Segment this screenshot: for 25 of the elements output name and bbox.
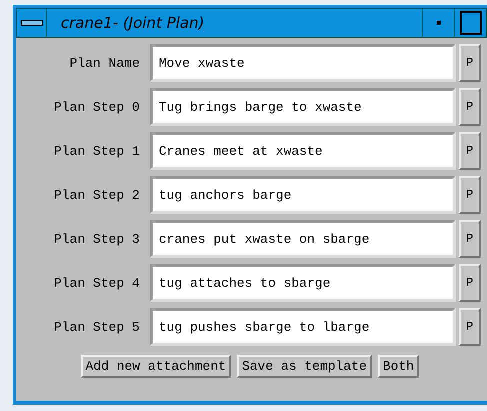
field-label: Plan Step 2: [53, 188, 140, 202]
input-field[interactable]: tug pushes sbarge to lbarge: [150, 308, 456, 346]
action-button[interactable]: Both: [378, 355, 420, 378]
p-button[interactable]: P: [459, 264, 481, 302]
field-label: Plan Step 0: [53, 100, 140, 114]
p-button[interactable]: P: [459, 220, 481, 258]
field-label: Plan Step 1: [53, 144, 140, 158]
field-label: Plan Name: [68, 56, 140, 70]
p-button[interactable]: P: [459, 308, 481, 346]
input-field[interactable]: Tug brings barge to xwaste: [150, 88, 456, 126]
input-field[interactable]: Move xwaste: [150, 44, 456, 82]
p-button[interactable]: P: [459, 132, 481, 170]
p-button[interactable]: P: [459, 176, 481, 214]
input-field[interactable]: tug anchors barge: [150, 176, 456, 214]
field-label: Plan Step 5: [53, 320, 140, 334]
input-field[interactable]: cranes put xwaste on sbarge: [150, 220, 456, 258]
field-label: Plan Step 4: [53, 276, 140, 290]
p-button[interactable]: P: [459, 88, 481, 126]
field-label: Plan Step 3: [53, 232, 140, 246]
action-button[interactable]: Add new attachment: [80, 355, 232, 378]
action-button[interactable]: Save as template: [237, 355, 372, 378]
input-field[interactable]: Cranes meet at xwaste: [150, 132, 456, 170]
input-field[interactable]: tug attaches to sbarge: [150, 264, 456, 302]
p-button[interactable]: P: [459, 44, 481, 82]
window-title: crane1- (Joint Plan): [60, 14, 206, 32]
